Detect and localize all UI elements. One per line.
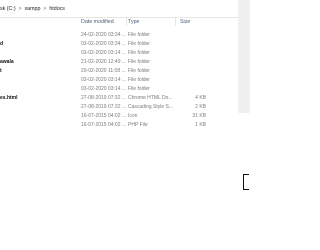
file-size: 1 KB [195, 121, 206, 128]
file-type: File folder [128, 58, 150, 65]
file-date: 16-07-2015 04:02 ... [81, 121, 127, 128]
file-row[interactable]: awala 21-02-2020 12:49 ... File folder [0, 58, 238, 65]
column-divider[interactable] [175, 18, 176, 26]
breadcrumb: sk (C:) > xampp > htdocs [0, 5, 65, 13]
file-row[interactable]: 16-07-2015 04:02 ... PHP File 1 KB [0, 121, 238, 128]
file-row[interactable]: 24-02-2020 03:34 ... File folder [0, 31, 238, 38]
file-name: t [0, 67, 2, 74]
file-type: File folder [128, 40, 150, 47]
file-type: File folder [128, 85, 150, 92]
breadcrumb-separator-icon[interactable]: > [19, 6, 22, 12]
column-header-row: Date modified Type Size [0, 17, 238, 26]
breadcrumb-item-xampp[interactable]: xampp [25, 6, 41, 12]
file-size: 31 KB [192, 112, 206, 119]
file-date: 27-08-2019 07:32 ... [81, 94, 127, 101]
column-header-size[interactable]: Size [180, 19, 190, 25]
file-row[interactable]: d 03-02-2020 03:34 ... File folder [0, 40, 238, 47]
column-divider[interactable] [126, 18, 127, 26]
file-type: File folder [128, 31, 150, 38]
file-row[interactable]: 16-07-2015 04:02 ... Icon 31 KB [0, 112, 238, 119]
file-date: 27-08-2019 07:32 ... [81, 103, 127, 110]
file-row[interactable]: es.html 27-08-2019 07:32 ... Chrome HTML… [0, 94, 238, 101]
file-size: 4 KB [195, 94, 206, 101]
file-type: PHP File [128, 121, 148, 128]
file-date: 03-02-2020 03:14 ... [81, 49, 127, 56]
file-type: File folder [128, 76, 150, 83]
file-date: 24-02-2020 03:34 ... [81, 31, 127, 38]
file-row[interactable]: 03-02-2020 03:14 ... File folder [0, 49, 238, 56]
file-date: 16-07-2015 04:02 ... [81, 112, 127, 119]
breadcrumb-item-htdocs[interactable]: htdocs [49, 6, 65, 12]
file-date: 03-02-2020 03:34 ... [81, 40, 127, 47]
file-type: Chrome HTML Do... [128, 94, 173, 101]
address-bar[interactable]: sk (C:) > xampp > htdocs [0, 0, 238, 18]
file-date: 03-02-2020 03:14 ... [81, 85, 127, 92]
file-type: Cascading Style S... [128, 103, 174, 110]
file-date: 20-02-2020 11:08 ... [81, 67, 126, 74]
file-row[interactable]: 27-08-2019 07:32 ... Cascading Style S..… [0, 103, 238, 110]
file-type: File folder [128, 67, 150, 74]
column-header-type[interactable]: Type [128, 19, 139, 25]
file-name: d [0, 40, 4, 47]
file-date: 21-02-2020 12:49 ... [81, 58, 127, 65]
file-row[interactable]: t 20-02-2020 11:08 ... File folder [0, 67, 238, 74]
file-date: 03-02-2020 03:14 ... [81, 76, 127, 83]
file-type: File folder [128, 49, 150, 56]
file-name: awala [0, 58, 14, 65]
window-resize-handle[interactable] [243, 174, 249, 190]
breadcrumb-item-drive[interactable]: sk (C:) [0, 6, 16, 12]
file-row[interactable]: 03-02-2020 03:14 ... File folder [0, 76, 238, 83]
file-name: es.html [0, 94, 18, 101]
file-row[interactable]: 03-02-2020 03:14 ... File folder [0, 85, 238, 92]
column-header-date[interactable]: Date modified [81, 19, 114, 25]
file-size: 2 KB [195, 103, 206, 110]
file-type: Icon [128, 112, 138, 119]
breadcrumb-separator-icon[interactable]: > [43, 6, 46, 12]
